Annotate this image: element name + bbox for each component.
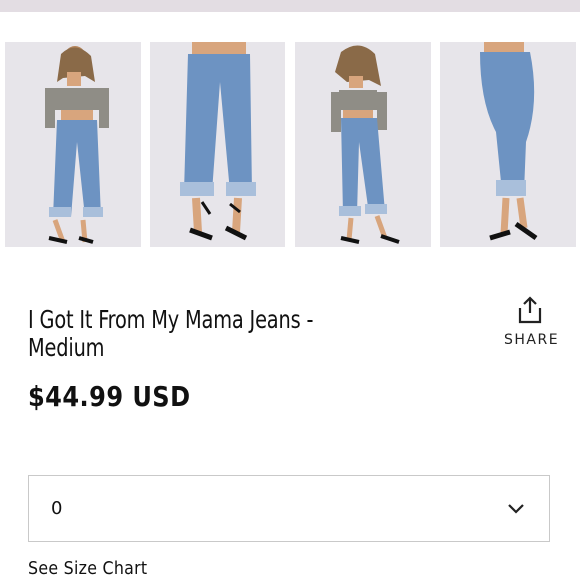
model-photo-back-side: [440, 42, 576, 247]
product-gallery[interactable]: [0, 42, 580, 248]
share-icon: [518, 296, 542, 324]
share-label: SHARE: [504, 332, 560, 348]
size-select[interactable]: 0: [28, 475, 550, 542]
model-photo-legs-front: [150, 42, 285, 247]
model-photo-front: [5, 42, 141, 247]
gallery-thumb-legs-front[interactable]: [150, 42, 285, 247]
size-select-value: 0: [51, 498, 63, 519]
product-title: I Got It From My Mama Jeans - Medium: [28, 305, 314, 362]
size-chart-link[interactable]: See Size Chart: [28, 558, 147, 579]
gallery-thumb-side[interactable]: [295, 42, 431, 247]
gallery-thumb-back-side[interactable]: [440, 42, 576, 247]
gallery-thumb-front[interactable]: [5, 42, 141, 247]
product-price: $44.99 USD: [28, 380, 191, 413]
chevron-down-icon: [508, 504, 524, 514]
model-photo-side: [295, 42, 431, 247]
top-bar: [0, 0, 580, 12]
share-button[interactable]: SHARE: [504, 296, 560, 348]
